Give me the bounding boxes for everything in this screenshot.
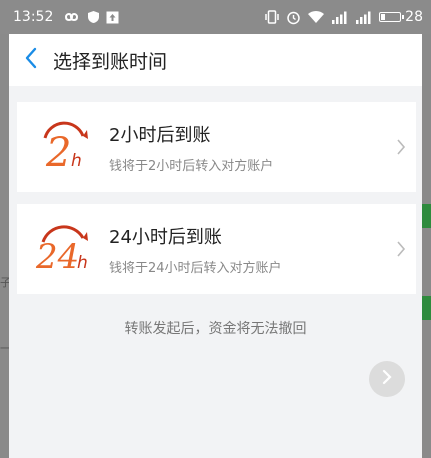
sheet-header: 选择到账时间 xyxy=(9,34,422,86)
upload-icon xyxy=(106,11,119,24)
chevron-left-icon xyxy=(24,47,38,73)
option-2-hours[interactable]: 2 h 2小时后到账 钱将于2小时后转入对方账户 xyxy=(17,102,416,192)
clock-24h-icon: 24 h xyxy=(17,204,109,294)
status-time: 13:52 xyxy=(13,9,54,25)
signal-icon xyxy=(331,11,349,24)
battery-level: 28 xyxy=(405,9,423,25)
status-bar: 13:52 28 xyxy=(0,0,431,34)
logo-unit: h xyxy=(77,253,88,273)
option-description: 钱将于24小时后转入对方账户 xyxy=(109,260,282,276)
chevron-right-icon xyxy=(386,102,416,192)
irreversible-note: 转账发起后，资金将无法撤回 xyxy=(124,321,307,337)
alarm-icon xyxy=(286,10,301,25)
shield-icon xyxy=(87,10,100,24)
option-description: 钱将于2小时后转入对方账户 xyxy=(109,158,274,174)
infinity-icon xyxy=(61,11,81,23)
next-button[interactable] xyxy=(369,361,405,397)
arrival-time-sheet: 选择到账时间 2 h 2小时后到账 钱将于2小时后转入对方账户 24 h 24小… xyxy=(9,34,422,458)
page-title: 选择到账时间 xyxy=(53,50,168,73)
wifi-icon xyxy=(307,10,325,24)
background-badge xyxy=(421,204,431,228)
option-title: 24小时后到账 xyxy=(109,226,222,248)
signal-icon-2 xyxy=(355,11,373,24)
option-24-hours[interactable]: 24 h 24小时后到账 钱将于24小时后转入对方账户 xyxy=(17,204,416,294)
logo-number: 24 xyxy=(35,237,79,276)
background-badge xyxy=(421,296,431,320)
vibrate-icon xyxy=(264,10,280,24)
clock-2h-icon: 2 h xyxy=(17,102,109,192)
logo-number: 2 xyxy=(45,130,71,174)
chevron-right-icon xyxy=(386,204,416,294)
battery-icon xyxy=(379,12,405,22)
back-button[interactable] xyxy=(9,34,53,86)
option-title: 2小时后到账 xyxy=(109,124,211,146)
logo-unit: h xyxy=(71,151,82,171)
chevron-right-icon xyxy=(382,369,392,389)
